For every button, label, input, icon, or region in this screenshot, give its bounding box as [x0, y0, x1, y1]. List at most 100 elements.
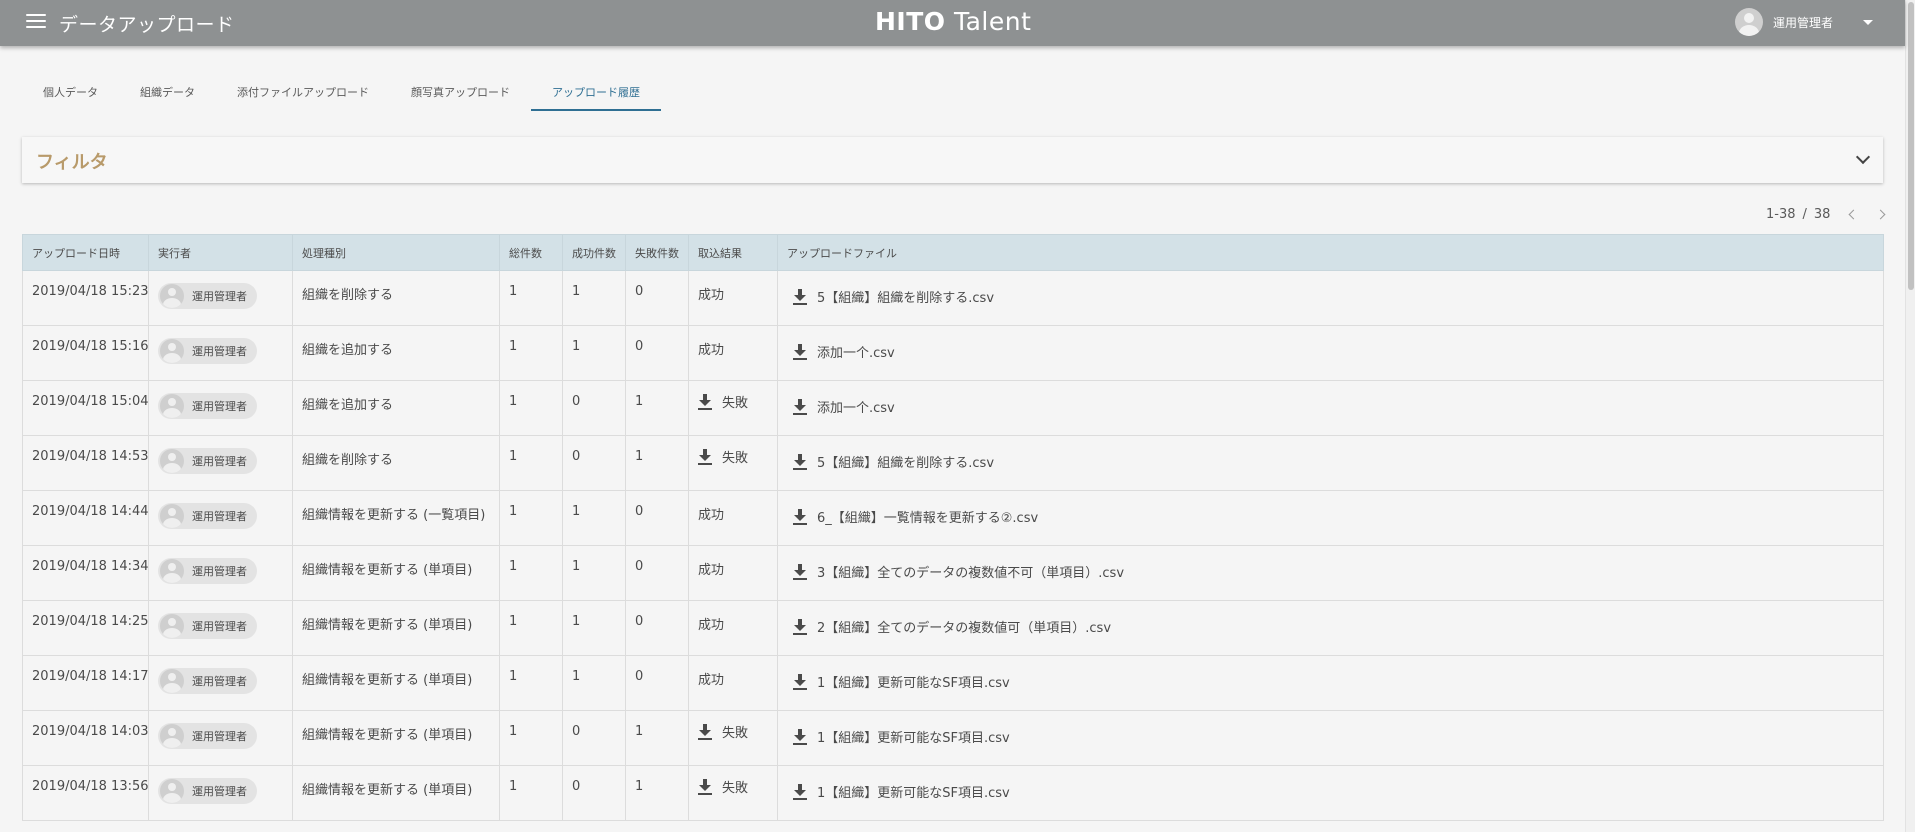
filter-title: フィルタ	[36, 152, 108, 173]
cell-file: 6_【組織】一覧情報を更新する②.csv	[777, 490, 1884, 546]
cell-user: 運用管理者	[148, 325, 293, 381]
tab-personal-data[interactable]: 個人データ	[22, 71, 119, 111]
cell-datetime: 2019/04/18 15:04	[22, 380, 149, 436]
cell-failed: 1	[625, 435, 689, 491]
user-chip[interactable]: 運用管理者	[158, 503, 257, 529]
failure-report-download-link[interactable]: 失敗	[698, 447, 748, 466]
download-icon	[698, 393, 712, 410]
cell-user: 運用管理者	[148, 545, 293, 601]
result-text: 失敗	[722, 451, 749, 466]
download-icon	[793, 728, 807, 745]
user-chip-label: 運用管理者	[192, 620, 247, 633]
tab-attachment-upload[interactable]: 添付ファイルアップロード	[216, 71, 390, 111]
cell-datetime: 2019/04/18 15:23	[22, 270, 149, 326]
result-text: 成功	[698, 618, 725, 633]
user-menu[interactable]: 運用管理者	[1735, 6, 1874, 38]
cell-user: 運用管理者	[148, 380, 293, 436]
column-header-total[interactable]: 総件数	[499, 234, 563, 271]
cell-total: 1	[499, 435, 563, 491]
avatar-icon	[160, 284, 184, 308]
avatar-icon	[160, 504, 184, 528]
cell-type: 組織情報を更新する (単項目)	[292, 545, 500, 601]
hamburger-menu-icon[interactable]	[26, 14, 46, 30]
scrollbar-thumb[interactable]	[1908, 2, 1914, 290]
result-text: 成功	[698, 673, 725, 688]
table-row: 2019/04/18 14:34 運用管理者 組織情報を更新する (単項目) 1 1 0 成…	[22, 545, 1884, 601]
table-row: 2019/04/18 14:53 運用管理者 組織を削除する 1 0 1 失敗 5【組織】組織…	[22, 435, 1884, 491]
pagination: 1-38 / 38	[1766, 207, 1886, 222]
cell-failed: 1	[625, 380, 689, 436]
file-download-link[interactable]: 添加一个.csv	[793, 397, 895, 416]
cell-datetime: 2019/04/18 14:44	[22, 490, 149, 546]
user-chip[interactable]: 運用管理者	[158, 613, 257, 639]
file-download-link[interactable]: 5【組織】組織を削除する.csv	[793, 452, 994, 471]
user-chip[interactable]: 運用管理者	[158, 668, 257, 694]
file-download-link[interactable]: 3【組織】全てのデータの複数値不可（単項目）.csv	[793, 562, 1124, 581]
chevron-right-icon[interactable]	[1876, 209, 1886, 220]
user-chip[interactable]: 運用管理者	[158, 448, 257, 474]
file-name: 5【組織】組織を削除する.csv	[817, 291, 995, 306]
page-scrollbar[interactable]	[1905, 0, 1915, 832]
file-download-link[interactable]: 6_【組織】一覧情報を更新する②.csv	[793, 507, 1038, 526]
file-download-link[interactable]: 5【組織】組織を削除する.csv	[793, 287, 994, 306]
user-chip[interactable]: 運用管理者	[158, 558, 257, 584]
result-text: 成功	[698, 563, 725, 578]
cell-type: 組織を削除する	[292, 270, 500, 326]
user-chip[interactable]: 運用管理者	[158, 283, 257, 309]
column-header-user[interactable]: 実行者	[148, 234, 293, 271]
column-header-datetime[interactable]: アップロード日時	[22, 234, 149, 271]
tab-organization-data[interactable]: 組織データ	[119, 71, 216, 111]
download-icon	[793, 398, 807, 415]
user-chip[interactable]: 運用管理者	[158, 338, 257, 364]
page-title: データアップロード	[59, 14, 235, 36]
user-chip[interactable]: 運用管理者	[158, 393, 257, 419]
result-text: 失敗	[722, 781, 749, 796]
column-header-result[interactable]: 取込結果	[688, 234, 778, 271]
chevron-down-icon[interactable]	[1855, 149, 1871, 165]
avatar-icon	[160, 779, 184, 803]
column-header-failed[interactable]: 失敗件数	[625, 234, 689, 271]
avatar-icon	[160, 339, 184, 363]
user-chip-label: 運用管理者	[192, 730, 247, 743]
table-body: 2019/04/18 15:23 運用管理者 組織を削除する 1 1 0 成功 5【組織】組織…	[22, 270, 1884, 821]
brand-logo-strong: HITO	[875, 7, 946, 36]
cell-type: 組織情報を更新する (単項目)	[292, 710, 500, 766]
table-row: 2019/04/18 15:04 運用管理者 組織を追加する 1 0 1 失敗 添加一个.cs…	[22, 380, 1884, 436]
file-name: 添加一个.csv	[817, 401, 895, 416]
chevron-left-icon[interactable]	[1849, 209, 1859, 220]
column-header-success[interactable]: 成功件数	[562, 234, 626, 271]
result-text: 失敗	[722, 726, 749, 741]
user-chip[interactable]: 運用管理者	[158, 723, 257, 749]
file-download-link[interactable]: 1【組織】更新可能なSF項目.csv	[793, 782, 1010, 801]
failure-report-download-link[interactable]: 失敗	[698, 777, 748, 796]
column-header-type[interactable]: 処理種別	[292, 234, 500, 271]
tab-upload-history[interactable]: アップロード履歴	[531, 71, 661, 111]
cell-failed: 0	[625, 655, 689, 711]
caret-down-icon[interactable]	[1863, 19, 1874, 25]
cell-user: 運用管理者	[148, 270, 293, 326]
cell-user: 運用管理者	[148, 765, 293, 821]
column-header-file[interactable]: アップロードファイル	[777, 234, 1884, 271]
cell-file: 添加一个.csv	[777, 380, 1884, 436]
cell-datetime: 2019/04/18 14:03	[22, 710, 149, 766]
cell-user: 運用管理者	[148, 490, 293, 546]
cell-type: 組織情報を更新する (単項目)	[292, 765, 500, 821]
file-download-link[interactable]: 1【組織】更新可能なSF項目.csv	[793, 672, 1010, 691]
failure-report-download-link[interactable]: 失敗	[698, 392, 748, 411]
file-download-link[interactable]: 添加一个.csv	[793, 342, 895, 361]
cell-result: 失敗	[688, 710, 778, 766]
cell-failed: 1	[625, 710, 689, 766]
tab-face-photo-upload[interactable]: 顔写真アップロード	[390, 71, 531, 111]
failure-report-download-link[interactable]: 失敗	[698, 722, 748, 741]
cell-result: 成功	[688, 545, 778, 601]
filter-panel[interactable]: フィルタ	[22, 137, 1883, 183]
user-chip-label: 運用管理者	[192, 510, 247, 523]
cell-total: 1	[499, 380, 563, 436]
user-chip[interactable]: 運用管理者	[158, 778, 257, 804]
cell-success: 1	[562, 545, 626, 601]
cell-datetime: 2019/04/18 14:17	[22, 655, 149, 711]
file-download-link[interactable]: 2【組織】全てのデータの複数値可（単項目）.csv	[793, 617, 1111, 636]
cell-result: 失敗	[688, 435, 778, 491]
cell-total: 1	[499, 490, 563, 546]
file-download-link[interactable]: 1【組織】更新可能なSF項目.csv	[793, 727, 1010, 746]
